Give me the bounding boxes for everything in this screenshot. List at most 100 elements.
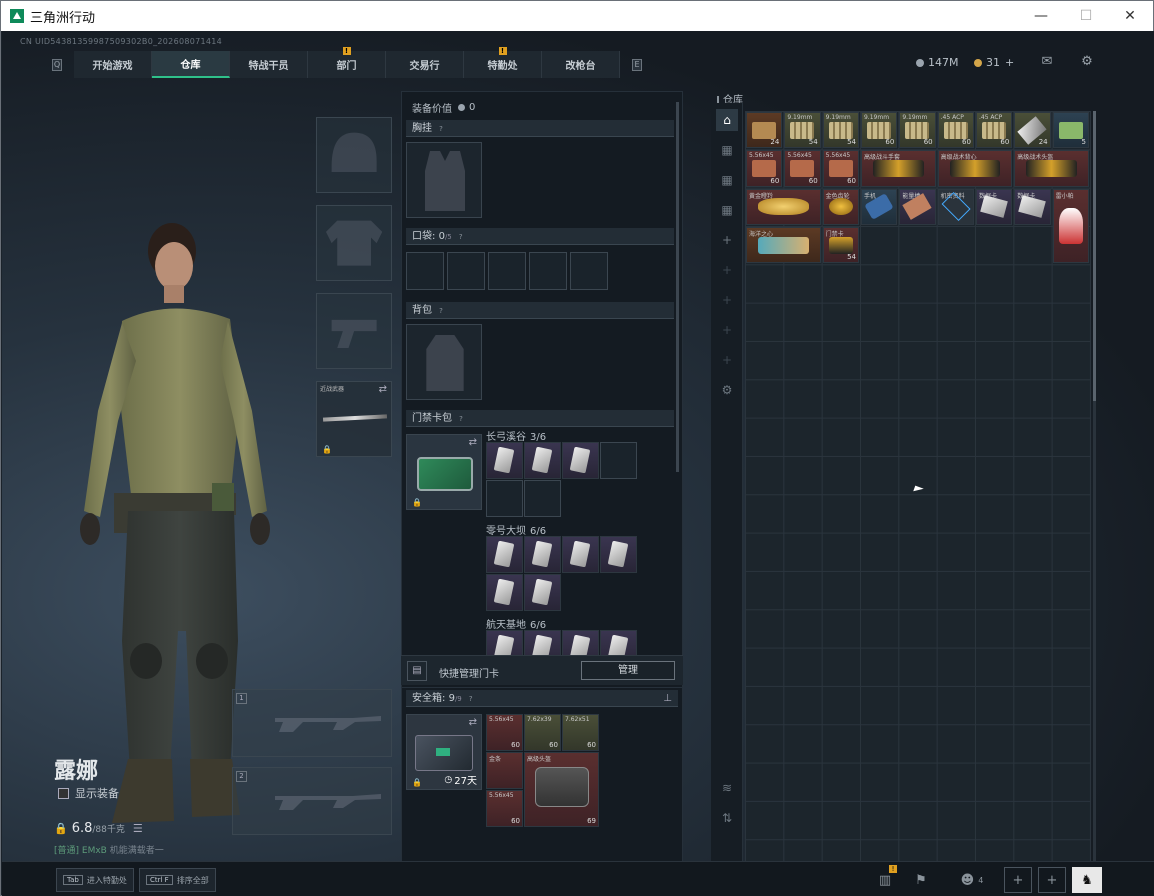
warehouse-tab-2-icon[interactable]: ▦	[716, 139, 738, 161]
swap-icon[interactable]: ⇄	[469, 717, 477, 728]
swap-icon[interactable]: ⇄	[379, 384, 387, 395]
invite-slot-1[interactable]: +	[1004, 867, 1032, 893]
close-button[interactable]: ✕	[1107, 1, 1153, 31]
nav-tab[interactable]: 开始游戏	[74, 51, 152, 78]
nav-tab[interactable]: 特勤处!	[464, 47, 542, 78]
keycard-pack-slot[interactable]: ⇄ 🔒	[406, 434, 482, 510]
keycard-item[interactable]	[486, 574, 523, 611]
sort-icon[interactable]: ⇅	[716, 807, 738, 829]
nav-tab[interactable]: 改枪台	[542, 51, 620, 78]
warehouse-item[interactable]: 机密资料	[937, 188, 974, 225]
tab-settings-icon[interactable]: ⚙	[716, 379, 738, 401]
warehouse-item[interactable]: 5.56x45 60	[822, 150, 859, 187]
warehouse-item[interactable]: 金色齿轮	[822, 188, 859, 225]
safe-item[interactable]: 7.62x39 60	[524, 714, 561, 751]
nav-tab[interactable]: 特战干员	[230, 51, 308, 78]
warehouse-item[interactable]: 高级战术头盔	[1014, 150, 1089, 187]
nav-prev-key[interactable]: Q	[52, 58, 62, 71]
safe-item[interactable]: 7.62x51 60	[562, 714, 599, 751]
pocket-slot[interactable]	[447, 252, 485, 290]
warehouse-item[interactable]: 5.56x45 60	[784, 150, 821, 187]
mail-icon[interactable]: ✉	[1038, 54, 1056, 69]
add-tab-icon[interactable]: +	[716, 349, 738, 371]
flag-icon[interactable]: ⚑	[907, 867, 935, 893]
warehouse-item[interactable]: .45 ACP 60	[975, 112, 1013, 149]
help-icon[interactable]: ?	[436, 124, 446, 134]
keycard-item[interactable]	[524, 574, 561, 611]
pocket-slot[interactable]	[488, 252, 526, 290]
keycard-item[interactable]	[562, 536, 599, 573]
pocket-slot[interactable]	[570, 252, 608, 290]
primary-weapon-slot[interactable]: 1	[232, 689, 392, 757]
show-equipment-checkbox[interactable]	[58, 787, 69, 799]
add-tab-icon[interactable]: +	[716, 259, 738, 281]
pistol-slot[interactable]	[316, 293, 392, 369]
currency-display[interactable]: 147M	[916, 56, 959, 69]
pocket-slot[interactable]	[529, 252, 567, 290]
warehouse-item[interactable]: 雷小帕	[1052, 188, 1089, 264]
armor-slot[interactable]	[316, 205, 392, 281]
warehouse-item[interactable]: 海洋之心	[746, 226, 821, 264]
manage-button[interactable]: 管理	[581, 661, 675, 680]
nav-next-key[interactable]: E	[632, 58, 642, 71]
settings-gear-icon[interactable]: ⚙	[1078, 54, 1096, 69]
warehouse-tab-4-icon[interactable]: ▦	[716, 199, 738, 221]
warehouse-item[interactable]: 黄金瞪羚	[746, 188, 821, 225]
show-equipment-toggle[interactable]: 显示装备	[58, 785, 119, 801]
help-icon[interactable]: ?	[436, 306, 446, 316]
stats-icon[interactable]: ▥!	[871, 865, 899, 893]
warehouse-item[interactable]: 9.19mm 60	[899, 112, 936, 149]
backpack-slot[interactable]	[406, 324, 482, 400]
nav-tab[interactable]: 部门!	[308, 47, 386, 78]
weight-details-icon[interactable]: ☰	[133, 822, 143, 835]
warehouse-item[interactable]: 能量棒	[899, 188, 936, 225]
help-icon[interactable]: ?	[456, 414, 466, 424]
layers-icon[interactable]: ≋	[716, 777, 738, 799]
warehouse-item[interactable]: 9.19mm 54	[822, 112, 859, 149]
keycard-item[interactable]	[524, 536, 561, 573]
warehouse-item[interactable]: .45 ACP 60	[937, 112, 974, 149]
keycard-slot-empty[interactable]	[524, 480, 561, 517]
warehouse-scrollbar[interactable]	[1093, 111, 1096, 867]
keycard-slot-empty[interactable]	[600, 442, 637, 479]
keycard-slot-empty[interactable]	[486, 480, 523, 517]
warehouse-item[interactable]: 9.19mm 60	[860, 112, 898, 149]
warehouse-tab-3-icon[interactable]: ▦	[716, 169, 738, 191]
safe-item[interactable]: 5.56x45 60	[486, 790, 523, 827]
secondary-weapon-slot[interactable]: 2	[232, 767, 392, 835]
warehouse-item[interactable]: 9.19mm 54	[784, 112, 821, 149]
sort-all-hotkey[interactable]: Ctrl F 排序全部	[139, 868, 216, 892]
safe-item[interactable]: 5.56x45 60	[486, 714, 523, 751]
friends-icon[interactable]: ☻ 4	[952, 867, 992, 893]
warehouse-item[interactable]: 5	[1052, 112, 1089, 149]
add-tab-icon[interactable]: +	[716, 229, 738, 251]
keycard-item[interactable]	[486, 536, 523, 573]
helmet-slot[interactable]	[316, 117, 392, 193]
safe-item[interactable]: 金条	[486, 752, 523, 789]
invite-slot-2[interactable]: +	[1038, 867, 1066, 893]
coin-display[interactable]: 31 +	[974, 56, 1014, 69]
warehouse-item[interactable]: 24	[1014, 112, 1051, 149]
panel-scrollbar[interactable]	[676, 102, 679, 472]
pocket-slot[interactable]	[406, 252, 444, 290]
player-avatar[interactable]: ♞	[1072, 867, 1102, 893]
warehouse-item[interactable]: 数据卡	[975, 188, 1013, 225]
add-tab-icon[interactable]: +	[716, 319, 738, 341]
warehouse-main-tab-icon[interactable]: ⌂	[716, 109, 738, 131]
nav-tab[interactable]: 仓库	[152, 51, 230, 78]
swap-icon[interactable]: ⇄	[469, 437, 477, 448]
warehouse-item[interactable]: 高级战术背心	[937, 150, 1013, 187]
coin-add-button[interactable]: +	[1005, 56, 1014, 69]
melee-slot[interactable]: 近战武器 ⇄ 🔒	[316, 381, 392, 457]
keycard-item[interactable]	[524, 442, 561, 479]
enter-special-ops-hotkey[interactable]: Tab 进入特勤处	[56, 868, 134, 892]
warehouse-item[interactable]: 24	[746, 112, 783, 149]
minimize-button[interactable]: —	[1018, 1, 1064, 31]
safe-box-slot[interactable]: ⇄ 🔒 ◷ 27天	[406, 714, 482, 790]
warehouse-item[interactable]: 数据卡	[1014, 188, 1051, 225]
keycard-item[interactable]	[562, 442, 599, 479]
pin-icon[interactable]: ⊥	[663, 690, 672, 707]
add-tab-icon[interactable]: +	[716, 289, 738, 311]
help-icon[interactable]: ?	[466, 694, 476, 704]
maximize-button[interactable]: ☐	[1063, 1, 1109, 31]
